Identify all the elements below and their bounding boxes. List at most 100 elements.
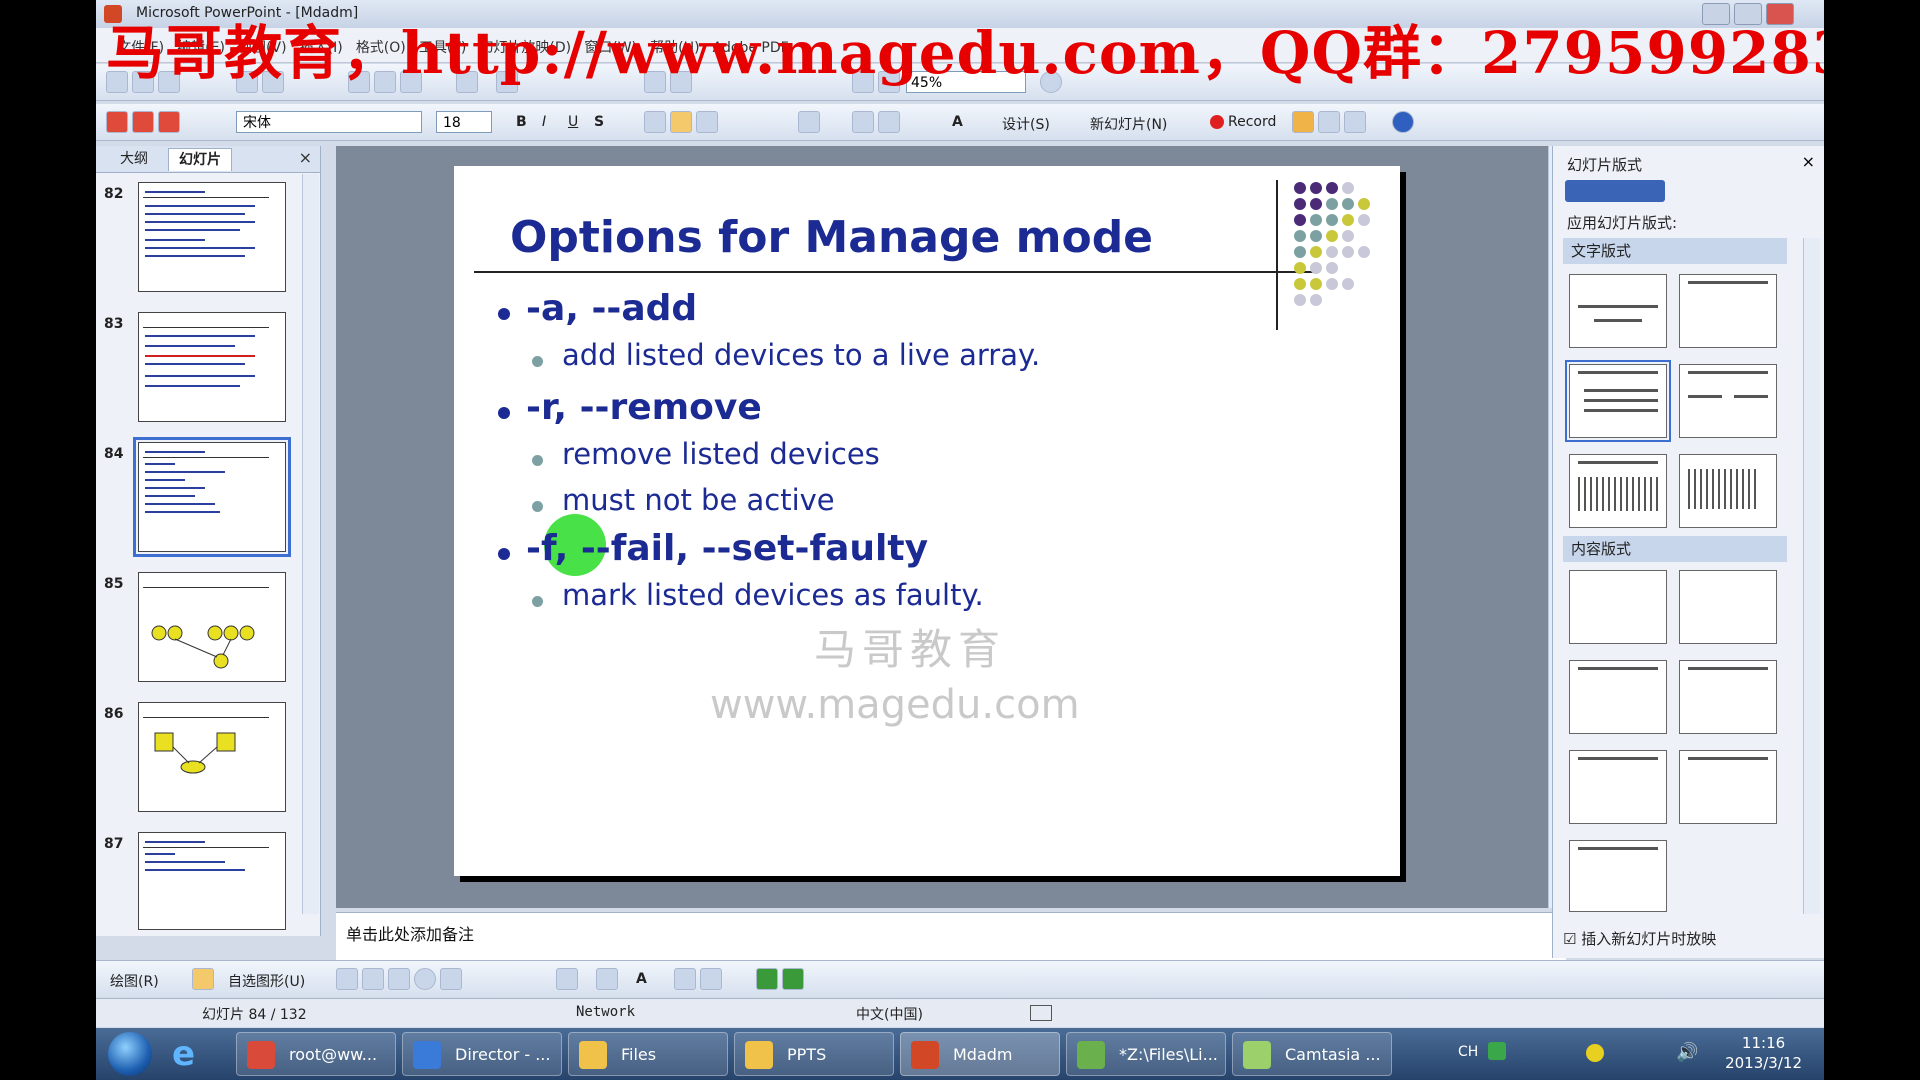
rectangle-icon[interactable]	[388, 968, 410, 990]
layout-scrollbar[interactable]	[1803, 238, 1820, 914]
layout-four-content[interactable]	[1679, 750, 1777, 824]
pdf-icon[interactable]	[106, 111, 128, 133]
line-style-icon[interactable]	[674, 968, 696, 990]
bold-button[interactable]: B	[516, 114, 527, 130]
slide-thumbnail-85[interactable]	[138, 572, 286, 682]
textbox-icon[interactable]	[440, 968, 462, 990]
decoration-dot	[1294, 262, 1306, 274]
thumbnail-scrollbar[interactable]	[302, 174, 319, 914]
line-icon[interactable]	[336, 968, 358, 990]
slide-thumbnail-84[interactable]	[133, 437, 291, 557]
layout-title-text[interactable]	[1565, 360, 1671, 442]
align-center-icon[interactable]	[670, 111, 692, 133]
layout-vertical-text[interactable]	[1569, 454, 1667, 528]
pane-navigation[interactable]	[1565, 180, 1665, 202]
select-pointer-icon[interactable]	[192, 968, 214, 990]
layout-content-grid[interactable]	[1569, 840, 1667, 912]
record-icon	[1210, 115, 1224, 129]
bullet-remove-desc[interactable]: remove listed devices	[562, 437, 880, 471]
bullet-add-desc[interactable]: add listed devices to a live array.	[562, 338, 1040, 372]
3d-icon[interactable]	[782, 968, 804, 990]
slide[interactable]: Options for Manage mode -a, --add add li…	[454, 166, 1400, 876]
input-language[interactable]: CH	[1458, 1044, 1478, 1060]
layout-title-only[interactable]	[1679, 274, 1777, 348]
camtasia-icon[interactable]	[1292, 111, 1314, 133]
shrink-font-icon[interactable]	[878, 111, 900, 133]
ime-icon[interactable]	[1488, 1042, 1506, 1060]
tray-add-icon[interactable]	[1586, 1044, 1604, 1062]
task-files[interactable]: Files	[568, 1032, 728, 1076]
draw-menu-button[interactable]: 绘图(R)	[110, 971, 159, 991]
slide-thumbnail-82[interactable]	[138, 182, 286, 292]
align-right-icon[interactable]	[696, 111, 718, 133]
bullet-add[interactable]: -a, --add	[526, 288, 697, 329]
oval-icon[interactable]	[414, 968, 436, 990]
layout-two-column[interactable]	[1679, 364, 1777, 438]
drawing-toolbar: 绘图(R) 自选图形(U) A	[96, 960, 1824, 997]
notes-pane[interactable]: 单击此处添加备注	[336, 912, 1566, 961]
record-settings-icon[interactable]	[1318, 111, 1340, 133]
layout-title-content[interactable]	[1569, 660, 1667, 734]
task-ppts[interactable]: PPTS	[734, 1032, 894, 1076]
diagram-thumbnail	[151, 625, 255, 669]
bullet-remove-note[interactable]: must not be active	[562, 483, 835, 517]
volume-icon[interactable]: 🔊	[1676, 1042, 1698, 1063]
fill-color-icon[interactable]	[556, 968, 578, 990]
line-color-icon[interactable]	[596, 968, 618, 990]
bullets-icon[interactable]	[798, 111, 820, 133]
internet-explorer-icon[interactable]: e	[172, 1034, 195, 1074]
language-status: 中文(中国)	[856, 1007, 923, 1023]
pdf-mail-icon[interactable]	[132, 111, 154, 133]
task-mdadm[interactable]: Mdadm	[900, 1032, 1060, 1076]
font-color-button[interactable]: A	[952, 114, 963, 130]
arrow-icon[interactable]	[362, 968, 384, 990]
notes-placeholder[interactable]: 单击此处添加备注	[346, 921, 474, 945]
pdf-review-icon[interactable]	[158, 111, 180, 133]
layout-vertical-title-text[interactable]	[1679, 454, 1777, 528]
task-editor[interactable]: *Z:\Files\Li...	[1066, 1032, 1226, 1076]
close-pane-icon[interactable]: ×	[1802, 152, 1815, 171]
slide-thumbnail-83[interactable]	[138, 312, 286, 422]
font-name-select[interactable]: 宋体	[236, 111, 422, 133]
font-size-select[interactable]: 18	[436, 111, 492, 133]
bullet-dot	[532, 596, 543, 607]
layout-two-content[interactable]	[1679, 660, 1777, 734]
grow-font-icon[interactable]	[852, 111, 874, 133]
record-options-icon[interactable]	[1344, 111, 1366, 133]
decoration-dot	[1326, 182, 1338, 194]
new-slide-button[interactable]: 新幻灯片(N)	[1090, 114, 1167, 134]
underline-button[interactable]: U	[568, 114, 578, 130]
decoration-dot	[1294, 198, 1306, 210]
close-panel-icon[interactable]: ×	[299, 148, 312, 167]
record-button[interactable]: Record	[1228, 114, 1276, 130]
start-button[interactable]	[108, 1032, 152, 1076]
bullet-fail-desc[interactable]: mark listed devices as faulty.	[562, 578, 984, 612]
tab-slides[interactable]: 幻灯片	[168, 148, 232, 171]
bullet-remove[interactable]: -r, --remove	[526, 387, 762, 428]
record-help-icon[interactable]	[1392, 111, 1414, 133]
bullet-dot	[498, 308, 510, 320]
terminal-icon	[247, 1041, 275, 1069]
design-button[interactable]: 设计(S)	[1002, 114, 1050, 134]
bullet-fail[interactable]: -f, --fail, --set-faulty	[526, 528, 928, 569]
draw-font-color-button[interactable]: A	[636, 971, 647, 987]
task-camtasia[interactable]: Camtasia ...	[1232, 1032, 1392, 1076]
layout-title-two-content[interactable]	[1569, 750, 1667, 824]
slide-title[interactable]: Options for Manage mode	[510, 212, 1153, 263]
dash-style-icon[interactable]	[700, 968, 722, 990]
italic-button[interactable]: I	[542, 114, 546, 130]
shadow-icon[interactable]	[756, 968, 778, 990]
layout-content[interactable]	[1679, 570, 1777, 644]
slide-thumbnail-86[interactable]	[138, 702, 286, 812]
show-on-insert-checkbox[interactable]: ☑ 插入新幻灯片时放映	[1563, 928, 1716, 949]
slide-thumbnail-87[interactable]	[138, 832, 286, 930]
align-left-icon[interactable]	[644, 111, 666, 133]
layout-title-slide[interactable]	[1569, 274, 1667, 348]
tray-clock[interactable]: 11:16 2013/3/12	[1725, 1033, 1802, 1073]
layout-blank[interactable]	[1569, 570, 1667, 644]
autoshape-menu-button[interactable]: 自选图形(U)	[228, 971, 305, 991]
task-terminal[interactable]: root@ww...	[236, 1032, 396, 1076]
task-director[interactable]: Director - ...	[402, 1032, 562, 1076]
tab-outline[interactable]: 大纲	[110, 148, 158, 170]
shadow-button[interactable]: S	[594, 114, 604, 130]
